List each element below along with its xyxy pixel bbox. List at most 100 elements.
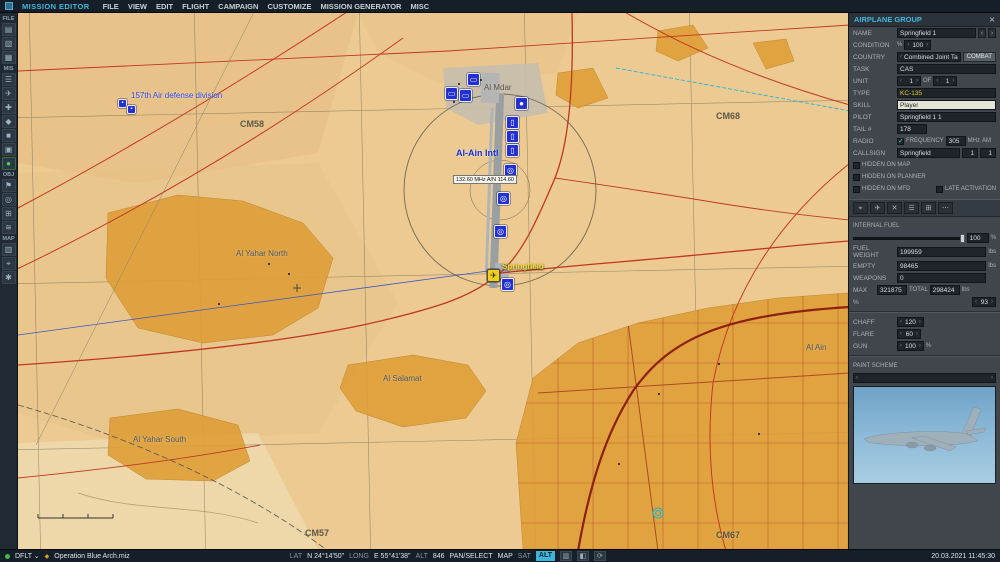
max-weight-input[interactable] [877,285,907,295]
weight-pct-spinner[interactable]: ‹ 93 › [972,297,996,307]
unit-total-spinner[interactable]: ‹ 1 › [933,76,958,86]
total-weight-input[interactable] [929,285,960,295]
menu-item[interactable]: FILE [103,2,119,11]
object-tools: ⚑ ◎ ⊞ ≋ [1,179,16,234]
country-dropdown[interactable]: ‹Combined Joint Task Forces - [897,52,961,62]
condition-spinner[interactable]: ‹ 100 › [904,40,932,50]
fuel-pct-label: % [990,235,996,241]
late-activation-checkbox[interactable] [935,185,943,193]
radio-checkbox[interactable] [897,137,904,145]
internal-fuel-input[interactable] [966,233,989,243]
skill-dropdown[interactable]: Player [897,100,996,110]
menu-item[interactable]: FLIGHT [182,2,209,11]
pan-select-mode[interactable]: PAN/SELECT [450,553,493,560]
empty-weight-input[interactable] [897,261,987,271]
lbs-label: lbs [988,249,996,255]
slider-knob[interactable] [959,233,965,243]
unit-label: UNIT [853,77,869,85]
close-icon[interactable]: ✕ [989,16,995,24]
add-static-icon[interactable]: ▣ [1,143,16,156]
add-ship-icon[interactable]: ◆ [1,115,16,128]
map-options-icon[interactable]: ✱ [1,271,16,284]
weapons-weight-input[interactable] [897,273,987,283]
menu-item[interactable]: VIEW [128,2,147,11]
profile-selector[interactable]: DFLT ⌄ [15,552,40,560]
aircraft-route-button[interactable]: ✈ [870,202,885,214]
unit-count-spinner[interactable]: ‹ 1 › [897,76,921,86]
tail-number-input[interactable] [897,124,927,134]
delete-waypoint-button[interactable]: ✕ [887,202,902,214]
divider [849,311,1000,313]
more-tools-button[interactable]: ⋯ [938,202,953,214]
goals-icon[interactable]: ● [1,157,16,170]
chaff-spinner[interactable]: ‹ 120 › [897,317,924,327]
templates-icon[interactable]: ⊞ [1,207,16,220]
briefing-icon[interactable]: ☰ [1,73,16,86]
hidden-on-planner-checkbox[interactable] [853,173,860,181]
select-tool-button[interactable]: ⌖ [853,202,868,214]
map-view-button[interactable]: MAP [498,553,513,560]
paint-scheme-dropdown[interactable]: ‹ › [853,373,996,383]
callsign-label: CALLSIGN [853,149,886,157]
add-helicopter-icon[interactable]: ✚ [1,101,16,114]
menu-item[interactable]: CUSTOMIZE [267,2,311,11]
grid-toggle-button[interactable]: ▥ [559,551,572,561]
type-dropdown[interactable]: KC-135 [897,88,996,98]
save-mission-icon[interactable]: ▦ [1,51,16,64]
map-canvas[interactable]: CM58 CM68 CM57 CM67 Al Yahar North Al Yahar … [18,13,848,549]
callsign-num2-spinner[interactable]: 1 [980,148,996,158]
mission-datetime: 20.03.2021 11:45:30 [931,552,995,560]
combat-button[interactable]: COMBAT [962,52,996,62]
alt-mode-button[interactable]: ALT [535,551,555,561]
menu-items: FILE VIEW EDIT FLIGHT CAMPAIGN CUSTOMIZE MISSI… [103,2,430,11]
task-dropdown[interactable]: CAS [897,64,996,74]
radio-label: RADIO [853,137,874,145]
app-icon [5,2,13,10]
toolbar-section-label: FILE [2,16,15,22]
lbs-label: lbs [988,263,996,269]
internal-fuel-label: INTERNAL FUEL [853,223,900,229]
triggers-icon[interactable]: ⚑ [1,179,16,192]
callsign-dropdown[interactable]: Springfield [897,148,960,158]
menu-item[interactable]: MISSION GENERATOR [320,2,401,11]
flare-spinner[interactable]: ‹ 60 › [897,329,921,339]
menu-item[interactable]: MISC [410,2,429,11]
zones-icon[interactable]: ◎ [1,193,16,206]
pilot-input[interactable] [897,112,996,122]
open-mission-icon[interactable]: ▧ [1,37,16,50]
weapons-weight-label: WEAPONS [853,274,887,282]
waypoint-list-button[interactable]: ☰ [904,202,919,214]
hidden-on-mfd-checkbox[interactable] [853,185,860,193]
prev-group-button[interactable]: ‹ [978,28,986,38]
gun-spinner[interactable]: ‹ 100 › [897,341,924,351]
ruler-icon[interactable]: ⌖ [1,257,16,270]
add-vehicle-icon[interactable]: ■ [1,129,16,142]
of-label: OF [923,78,932,84]
next-group-button[interactable]: › [988,28,996,38]
sat-view-button[interactable]: SAT [518,553,531,560]
airport-frequency-box: 132.60 MHz A/N 114.60 [453,175,517,184]
layers-icon[interactable]: ▥ [1,243,16,256]
weather-icon[interactable]: ≋ [1,221,16,234]
hidden-on-map-checkbox[interactable] [853,161,860,169]
callsign-num1-spinner[interactable]: 1 [962,148,978,158]
lat-label: LAT [289,552,303,560]
refresh-button[interactable]: ⟳ [593,551,606,561]
weight-pct-label: % [853,298,859,306]
add-airplane-icon[interactable]: ✈ [1,87,16,100]
tail-label: TAIL # [853,125,872,133]
chaff-label: CHAFF [853,318,875,326]
group-name-input[interactable] [897,28,976,38]
menu-item[interactable]: CAMPAIGN [218,2,258,11]
add-waypoint-button[interactable]: ⊞ [921,202,936,214]
new-mission-icon[interactable]: ▤ [1,23,16,36]
layers-toggle-button[interactable]: ◧ [576,551,589,561]
toolbar-section-label: MIS [3,66,14,72]
internal-fuel-slider[interactable] [853,233,965,243]
late-activation-label: LATE ACTIVATION [944,186,996,192]
menu-item[interactable]: EDIT [156,2,173,11]
max-weight-label: MAX [853,286,868,294]
fuel-weight-input[interactable] [897,247,987,257]
frequency-input[interactable] [945,136,966,146]
waypoint-toolbar: ⌖ ✈ ✕ ☰ ⊞ ⋯ [849,199,1000,217]
